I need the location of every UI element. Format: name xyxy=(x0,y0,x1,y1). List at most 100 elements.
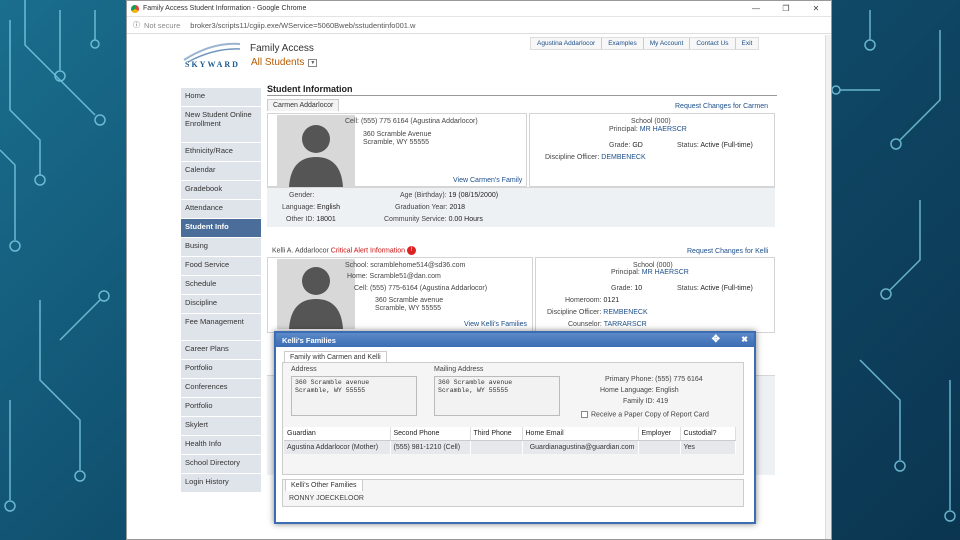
family-panel: Address 360 Scramble avenue Scramble, WY… xyxy=(282,362,744,475)
guardian-header: Guardian xyxy=(284,427,391,441)
sidebar-item-enrollment[interactable]: New Student Online Enrollment xyxy=(181,107,261,143)
exit-link[interactable]: Exit xyxy=(736,38,759,49)
sidebar-item-discipline[interactable]: Discipline xyxy=(181,295,261,314)
view-carmen-family-link[interactable]: View Carmen's Family xyxy=(453,177,522,184)
sidebar-item-ethnicity[interactable]: Ethnicity/Race xyxy=(181,143,261,162)
paper-copy-checkbox[interactable] xyxy=(581,411,588,418)
student1-community-service: Community Service: 0.00 Hours xyxy=(384,216,483,223)
sidebar-item-schedule[interactable]: Schedule xyxy=(181,276,261,295)
alert-icon[interactable]: ! xyxy=(407,246,417,255)
sidebar-item-home[interactable]: Home xyxy=(181,88,261,107)
app-title: Family Access xyxy=(250,43,314,54)
examples-link[interactable]: Examples xyxy=(602,38,644,49)
paper-copy-label: Receive a Paper Copy of Report Card xyxy=(591,411,709,419)
student1-gender: Gender: xyxy=(289,192,315,199)
title-divider xyxy=(267,95,777,96)
sidebar-item-calendar[interactable]: Calendar xyxy=(181,162,261,181)
custodial-header: Custodial? xyxy=(680,427,736,441)
third-phone-header: Third Phone xyxy=(470,427,523,441)
sidebar-item-portfolio[interactable]: Portfolio xyxy=(181,360,261,379)
student-scope[interactable]: All Students ▼ xyxy=(251,57,318,68)
sidebar-item-skylert[interactable]: Skylert xyxy=(181,417,261,436)
student1-principal: Principal: MR HAERSCR xyxy=(609,126,687,133)
student2-counselor: Counselor: TARRARSCR xyxy=(568,321,647,328)
student1-photo xyxy=(277,115,355,187)
employer-header: Employer xyxy=(638,427,681,441)
student1-school: School (000) xyxy=(631,118,671,125)
custodial-cell: Yes xyxy=(680,440,736,454)
paper-copy-option[interactable]: Receive a Paper Copy of Report Card xyxy=(581,411,709,418)
home-email-cell: Guardianagustina@guardian.com xyxy=(522,440,639,454)
student1-status: Status: Active (Full-time) xyxy=(677,142,753,149)
student1-graduation-year: Graduation Year: 2018 xyxy=(395,204,466,211)
browser-window: Family Access Student Information - Goog… xyxy=(126,0,832,540)
sidebar-item-busing[interactable]: Busing xyxy=(181,238,261,257)
table-row[interactable]: Agustina Addarlocor (Mother) (555) 981-1… xyxy=(284,440,736,454)
student1-address-line1: 360 Scramble Avenue xyxy=(363,131,432,138)
chevron-down-icon[interactable]: ▼ xyxy=(308,58,318,67)
guardian-cell: Agustina Addarlocor (Mother) xyxy=(284,440,391,454)
sidebar-item-gradebook[interactable]: Gradebook xyxy=(181,181,261,200)
request-changes-carmen-link[interactable]: Request Changes for Carmen xyxy=(675,103,768,110)
sidebar-item-login-history[interactable]: Login History xyxy=(181,474,261,493)
sidebar-item-student-info[interactable]: Student Info xyxy=(181,219,261,238)
student2-home-email: Home: Scramble51@dan.com xyxy=(347,273,441,280)
sidebar-item-conferences[interactable]: Conferences xyxy=(181,379,261,398)
address-text: 360 Scramble avenue Scramble, WY 55555 xyxy=(295,379,370,394)
primary-phone: Primary Phone: (555) 775 6164 xyxy=(605,376,703,383)
student1-address-line2: Scramble, WY 55555 xyxy=(363,139,430,146)
address-bar[interactable]: ⓘ Not secure broker3/scripts11/cgiip.exe… xyxy=(127,17,831,34)
table-header-row: Guardian Second Phone Third Phone Home E… xyxy=(284,427,736,441)
modal-title: Kelli's Families xyxy=(282,336,336,345)
user-name-link[interactable]: Agustina Addarlocor xyxy=(531,38,603,49)
sidebar-item-attendance[interactable]: Attendance xyxy=(181,200,261,219)
page-content: SKYWARD Family Access All Students ▼ Agu… xyxy=(127,35,831,539)
sidebar-item-fee-management[interactable]: Fee Management xyxy=(181,314,261,341)
close-icon[interactable]: ✕ xyxy=(801,4,831,13)
tab-other-families[interactable]: Kelli's Other Families xyxy=(285,479,363,491)
student2-principal: Principal: MR HAERSCR xyxy=(611,269,689,276)
home-email-header: Home Email xyxy=(522,427,639,441)
my-account-link[interactable]: My Account xyxy=(644,38,691,49)
student1-age: Age (Birthday): 19 (08/15/2000) xyxy=(400,192,499,199)
move-icon[interactable]: ✥ xyxy=(712,334,720,345)
address-box: 360 Scramble avenue Scramble, WY 55555 xyxy=(291,376,417,416)
tab-student-carmen[interactable]: Carmen Addarlocor xyxy=(267,99,340,111)
student1-other-id: Other ID: 18001 xyxy=(286,216,336,223)
close-icon[interactable]: ✖ xyxy=(741,335,748,344)
student2-header: Kelli A. Addarlocor Critical Alert Infor… xyxy=(272,246,417,255)
critical-alert-link[interactable]: Critical Alert Information xyxy=(331,247,405,254)
minimize-icon[interactable]: — xyxy=(741,4,771,13)
third-phone-cell xyxy=(470,440,523,454)
student2-cell: Cell: (555) 775-6164 (Agustina Addarloco… xyxy=(354,285,488,292)
sidebar-item-career-plans[interactable]: Career Plans xyxy=(181,341,261,360)
security-label: Not secure xyxy=(144,20,181,30)
student2-discipline-officer: Discipline Officer: REMBENECK xyxy=(547,309,648,316)
sidebar-item-health-info[interactable]: Health Info xyxy=(181,436,261,455)
maximize-icon[interactable]: ❐ xyxy=(771,4,801,13)
sidebar-item-food-service[interactable]: Food Service xyxy=(181,257,261,276)
url-text[interactable]: broker3/scripts11/cgiip.exe/WService=506… xyxy=(190,21,415,30)
window-title: Family Access Student Information - Goog… xyxy=(143,5,307,12)
info-icon[interactable]: ⓘ xyxy=(133,20,140,30)
modal-header[interactable]: Kelli's Families ✥ ✖ xyxy=(276,333,754,347)
sidebar-item-school-directory[interactable]: School Directory xyxy=(181,455,261,474)
other-families-panel: Kelli's Other Families RONNY JOECKELOOR xyxy=(282,479,744,507)
page-title: Student Information xyxy=(267,84,353,94)
contact-us-link[interactable]: Contact Us xyxy=(690,38,736,49)
window-controls: — ❐ ✕ xyxy=(741,4,831,13)
request-changes-kelli-link[interactable]: Request Changes for Kelli xyxy=(687,248,768,255)
family-id: Family ID: 419 xyxy=(623,398,669,405)
page-scrollbar[interactable] xyxy=(825,35,831,539)
view-kelli-families-link[interactable]: View Kelli's Families xyxy=(464,321,527,328)
other-family-name: RONNY JOECKELOOR xyxy=(289,495,364,502)
sidebar-item-portfolio-2[interactable]: Portfolio xyxy=(181,398,261,417)
logo-text: SKYWARD xyxy=(185,60,240,69)
student1-language: Language: English xyxy=(282,204,341,211)
student2-photo xyxy=(277,259,355,329)
mailing-address-box: 360 Scramble avenue Scramble, WY 55555 xyxy=(434,376,560,416)
top-links: Agustina Addarlocor Examples My Account … xyxy=(530,37,760,50)
sidebar-nav: Home New Student Online Enrollment Ethni… xyxy=(181,88,261,493)
families-modal: Kelli's Families ✥ ✖ Family with Carmen … xyxy=(274,331,756,524)
guardian-table: Guardian Second Phone Third Phone Home E… xyxy=(284,427,736,454)
